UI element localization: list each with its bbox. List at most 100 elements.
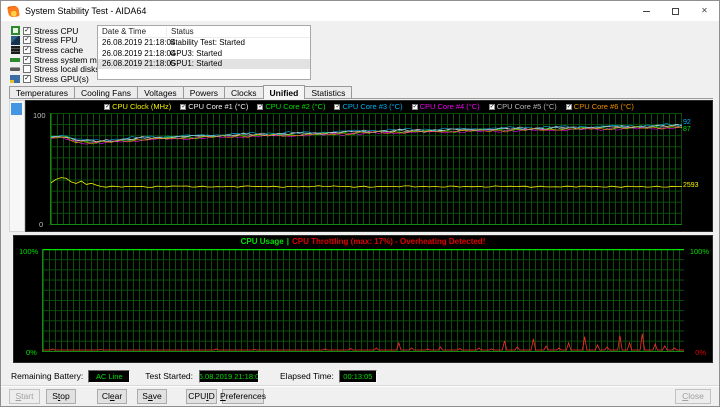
usage-right-max-label: 100% xyxy=(689,247,709,256)
test-started-value: 26.08.2019 21:18:04 xyxy=(199,369,260,383)
close-icon: ✕ xyxy=(701,6,708,15)
log-col-status: Status xyxy=(166,26,310,36)
window-controls: ✕ xyxy=(632,1,719,21)
scrollbar-thumb[interactable] xyxy=(11,103,22,115)
chart-scale-scrollbar[interactable] xyxy=(9,100,25,232)
option-label: Stress local disks xyxy=(34,64,100,75)
y-axis-min-label: 0 xyxy=(39,220,44,229)
legend-label: CPU Core #5 (°C) xyxy=(496,102,557,111)
legend-checkbox[interactable]: ✓ xyxy=(334,103,341,110)
throttle-right-min-label: 0% xyxy=(695,348,706,357)
tab-powers[interactable]: Powers xyxy=(182,86,226,98)
option-label: Stress CPU xyxy=(34,25,79,36)
close-button[interactable]: Close xyxy=(675,388,711,404)
legend-checkbox[interactable]: ✓ xyxy=(488,103,495,110)
stress-option-stress-fpu[interactable]: ✓ Stress FPU xyxy=(10,35,96,45)
test-started-label: Test Started: xyxy=(145,371,194,381)
log-row[interactable]: 26.08.2019 21:18:04 Stability Test: Start… xyxy=(98,38,310,49)
y-axis-max-label: 100 xyxy=(33,111,46,120)
log-time: 26.08.2019 21:18:04 xyxy=(102,38,176,48)
series-value-label: 2593 xyxy=(683,182,699,190)
stress-option-stress-cpu[interactable]: ✓ Stress CPU xyxy=(10,26,96,36)
option-label: Stress cache xyxy=(34,44,84,55)
button-bar: Start St op Cl e ar Sa ve CPU I D Preferences Close xyxy=(7,388,711,404)
checkbox[interactable] xyxy=(23,65,31,74)
series-value-label: 87 xyxy=(683,125,691,133)
gpu-icon xyxy=(10,74,20,83)
log-col-datetime: Date & Time xyxy=(102,26,147,36)
usage-left-max-label: 100% xyxy=(19,247,39,256)
unified-chart-panel: ✓ CPU Clock (MHz) ✓ CPU Core #1 (°C) ✓ CPU Co… xyxy=(9,100,713,232)
log-time: 26.08.2019 21:18:05 xyxy=(102,59,176,69)
tab-cooling-fans[interactable]: Cooling Fans xyxy=(73,86,139,98)
unified-chart-area: ✓ CPU Clock (MHz) ✓ CPU Core #1 (°C) ✓ CPU Co… xyxy=(25,100,713,232)
stress-option-stress-gpu-s-[interactable]: ✓ Stress GPU(s) xyxy=(10,74,96,84)
legend-item[interactable]: ✓ CPU Clock (MHz) xyxy=(104,102,171,111)
cpu-usage-chart-panel: CPU Usage | CPU Throttling (max: 17%) - Ov… xyxy=(13,235,713,363)
titlebar: System Stability Test - AIDA64 ✕ xyxy=(1,1,719,21)
event-log-table: Date & Time Status 26.08.2019 21:18:04 St… xyxy=(97,25,311,80)
log-table-header: Date & Time Status xyxy=(98,26,310,38)
stop-button[interactable]: St op xyxy=(46,388,76,404)
fpu-icon xyxy=(10,35,20,45)
aida64-app-icon xyxy=(7,4,20,18)
checkbox[interactable]: ✓ xyxy=(23,55,31,64)
stability-test-window: System Stability Test - AIDA64 ✕ ✓ Stress… xyxy=(0,0,720,407)
legend-checkbox[interactable]: ✓ xyxy=(104,103,110,110)
option-label: Stress GPU(s) xyxy=(34,73,89,84)
maximize-icon xyxy=(672,7,679,15)
legend-checkbox[interactable]: ✓ xyxy=(411,103,418,110)
log-time: 26.08.2019 21:18:04 xyxy=(102,48,176,58)
tab-temperatures[interactable]: Temperatures xyxy=(9,86,75,98)
chart-legend: ✓ CPU Clock (MHz) ✓ CPU Core #1 (°C) ✓ CPU Co… xyxy=(56,102,682,111)
checkbox[interactable]: ✓ xyxy=(23,36,31,45)
checkbox[interactable]: ✓ xyxy=(23,45,31,54)
unified-plot xyxy=(50,113,682,225)
tab-clocks[interactable]: Clocks xyxy=(224,86,264,98)
log-row[interactable]: 26.08.2019 21:18:04 GPU3: Started xyxy=(98,48,310,59)
cpuid-button[interactable]: CPU I D xyxy=(186,388,217,404)
legend-label: CPU Core #3 (°C) xyxy=(342,102,403,111)
elapsed-time-label: Elapsed Time: xyxy=(280,371,334,381)
cache-icon xyxy=(10,45,20,54)
legend-label: CPU Core #2 (°C) xyxy=(265,102,326,111)
legend-item[interactable]: ✓ CPU Core #2 (°C) xyxy=(257,102,325,111)
cpu-icon xyxy=(10,26,20,36)
preferences-button[interactable]: Preferences xyxy=(220,388,266,404)
legend-item[interactable]: ✓ CPU Core #5 (°C) xyxy=(488,102,557,111)
tab-bar: Temperatures Cooling Fans Voltages Powers Cl… xyxy=(9,85,713,99)
log-status: GPU1: Started xyxy=(170,59,223,69)
stress-option-stress-local-disks[interactable]: Stress local disks xyxy=(10,64,100,74)
disk-icon xyxy=(10,65,20,74)
legend-checkbox[interactable]: ✓ xyxy=(257,103,263,110)
close-window-button[interactable]: ✕ xyxy=(690,1,719,21)
legend-checkbox[interactable]: ✓ xyxy=(565,103,572,110)
divider xyxy=(1,385,719,387)
tab-unified[interactable]: Unified xyxy=(262,85,306,99)
battery-value: AC Line xyxy=(88,369,131,383)
log-row[interactable]: 26.08.2019 21:18:05 GPU1: Started xyxy=(98,58,310,69)
minimize-icon xyxy=(643,10,650,12)
memory-icon xyxy=(10,55,20,64)
legend-checkbox[interactable]: ✓ xyxy=(180,103,186,110)
tab-statistics[interactable]: Statistics xyxy=(304,86,353,98)
legend-item[interactable]: ✓ CPU Core #6 (°C) xyxy=(565,102,634,111)
checkbox[interactable]: ✓ xyxy=(23,26,31,35)
legend-label: CPU Clock (MHz) xyxy=(112,102,172,111)
legend-item[interactable]: ✓ CPU Core #1 (°C) xyxy=(180,102,248,111)
stress-options-list: ✓ Stress CPU ✓ Stress FPU ✓ Stress cache ✓ Stre… xyxy=(10,26,120,84)
start-button[interactable]: Start xyxy=(9,388,40,404)
tab-voltages[interactable]: Voltages xyxy=(137,86,184,98)
stress-option-stress-cache[interactable]: ✓ Stress cache xyxy=(10,45,96,55)
stress-option-stress-system-memory[interactable]: ✓ Stress system memory xyxy=(10,55,120,65)
checkbox[interactable]: ✓ xyxy=(23,74,31,83)
legend-item[interactable]: ✓ CPU Core #3 (°C) xyxy=(334,102,403,111)
legend-item[interactable]: ✓ CPU Core #4 (°C) xyxy=(411,102,480,111)
throttling-warning-title: CPU Throttling (max: 17%) - Overheating … xyxy=(292,237,486,246)
save-button[interactable]: Sa ve xyxy=(137,388,167,404)
clear-button[interactable]: Cl e ar xyxy=(97,388,127,404)
minimize-button[interactable] xyxy=(632,1,661,21)
maximize-button[interactable] xyxy=(661,1,690,21)
log-status: GPU3: Started xyxy=(170,48,223,58)
status-bar: Remaining Battery: AC Line Test Started:… xyxy=(11,369,377,383)
